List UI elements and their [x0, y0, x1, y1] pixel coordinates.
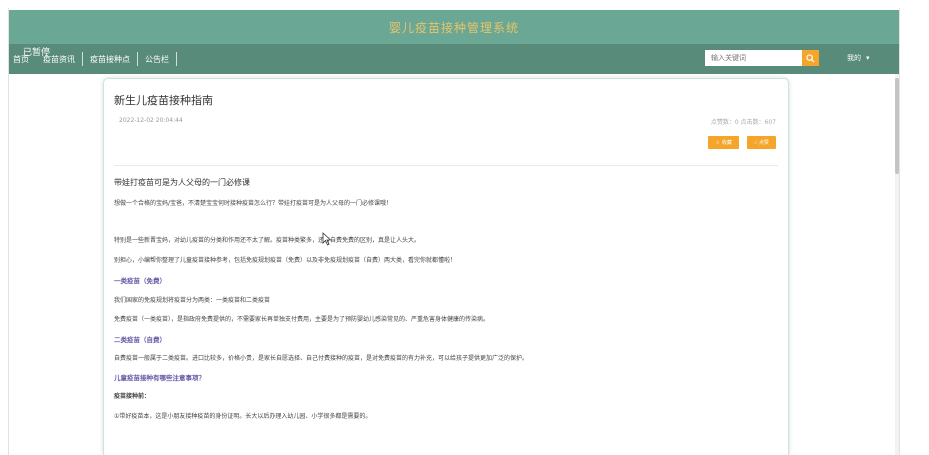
article-paragraph: 带娃打疫苗可是为人父母的一门必修课	[114, 178, 250, 187]
search-input[interactable]	[705, 50, 802, 66]
nav-item-vaccine-news[interactable]: 疫苗资讯	[36, 54, 82, 65]
chevron-down-icon: ▾	[866, 54, 870, 62]
article-actions: ☆ 收藏 ☝ 点赞	[708, 136, 776, 149]
article-subheading: 疫苗接种前：	[114, 393, 151, 400]
scrollbar-thumb[interactable]	[895, 78, 899, 174]
article-paragraph: 特别是一些新晋宝妈，对幼儿疫苗的分类和作用还不太了解。疫苗种类繁多，还有自费免费…	[114, 237, 421, 244]
mouse-cursor-icon	[322, 232, 332, 246]
window-right-border	[899, 8, 900, 455]
search-icon	[806, 53, 815, 63]
star-icon: ☆	[715, 139, 720, 146]
article-title: 新生儿疫苗接种指南	[114, 94, 213, 107]
nav-bar: 已暂停 首页 疫苗资讯 疫苗接种点 公告栏 我的 ▾	[9, 44, 899, 74]
nav-separator	[176, 52, 177, 66]
page-scrollbar[interactable]	[895, 74, 899, 455]
window-top-margin	[0, 0, 929, 8]
article-subheading: 一类疫苗（免费）	[114, 277, 166, 285]
collect-button[interactable]: ☆ 收藏	[708, 136, 739, 149]
site-title: 婴儿疫苗接种管理系统	[388, 20, 519, 35]
like-button[interactable]: ☝ 点赞	[746, 136, 776, 149]
nav-item-home[interactable]: 首页	[9, 54, 36, 65]
search-box	[705, 50, 819, 66]
article-card: 新生儿疫苗接种指南 2022-12-02 20:04:44 点赞数：0 点击数：…	[103, 78, 789, 455]
thumbs-up-icon: ☝	[753, 139, 757, 146]
article-paragraph: ①带好疫苗本，这是小朋友接种疫苗的身份证明。长大以后办理入幼儿园、小学很多都是需…	[114, 413, 372, 420]
article-stats: 点赞数：0 点击数：607	[710, 119, 776, 126]
article-paragraph: 想做一个合格的宝妈/宝爸，不清楚宝宝何时接种疫苗怎么行？带娃打疫苗可是为人父母的…	[114, 200, 393, 207]
article-paragraph: 免费疫苗（一类疫苗），是指政府免费提供的，不需要家长再单独支付费用，主要是为了预…	[114, 316, 490, 323]
nav-item-vaccination-sites[interactable]: 疫苗接种点	[83, 54, 137, 65]
nav-item-bulletin[interactable]: 公告栏	[138, 54, 176, 65]
article-paragraph: 别担心，小编帮你整理了儿童疫苗接种参考，包括免疫规划疫苗（免费）以及非免疫规划疫…	[114, 257, 457, 264]
divider	[114, 165, 778, 166]
article-subheading: 儿童疫苗接种有哪些注意事项？	[114, 374, 205, 382]
like-button-label: 点赞	[758, 140, 769, 146]
article-date: 2022-12-02 20:04:44	[119, 117, 183, 124]
collect-button-label: 收藏	[721, 140, 732, 146]
user-menu-label: 我的	[847, 54, 861, 62]
search-button[interactable]	[802, 50, 819, 66]
article-paragraph: 自费疫苗一般属于二类疫苗。进口比较多，价格小贵，是家长自愿选择、自己付费接种的疫…	[114, 355, 529, 362]
article-subheading: 二类疫苗（自费）	[114, 336, 166, 344]
header: 婴儿疫苗接种管理系统	[9, 10, 899, 44]
article-paragraph: 我们国家的免疫规划将疫苗分为两类：一类疫苗和二类疫苗	[114, 297, 271, 304]
user-menu[interactable]: 我的 ▾	[847, 53, 870, 63]
